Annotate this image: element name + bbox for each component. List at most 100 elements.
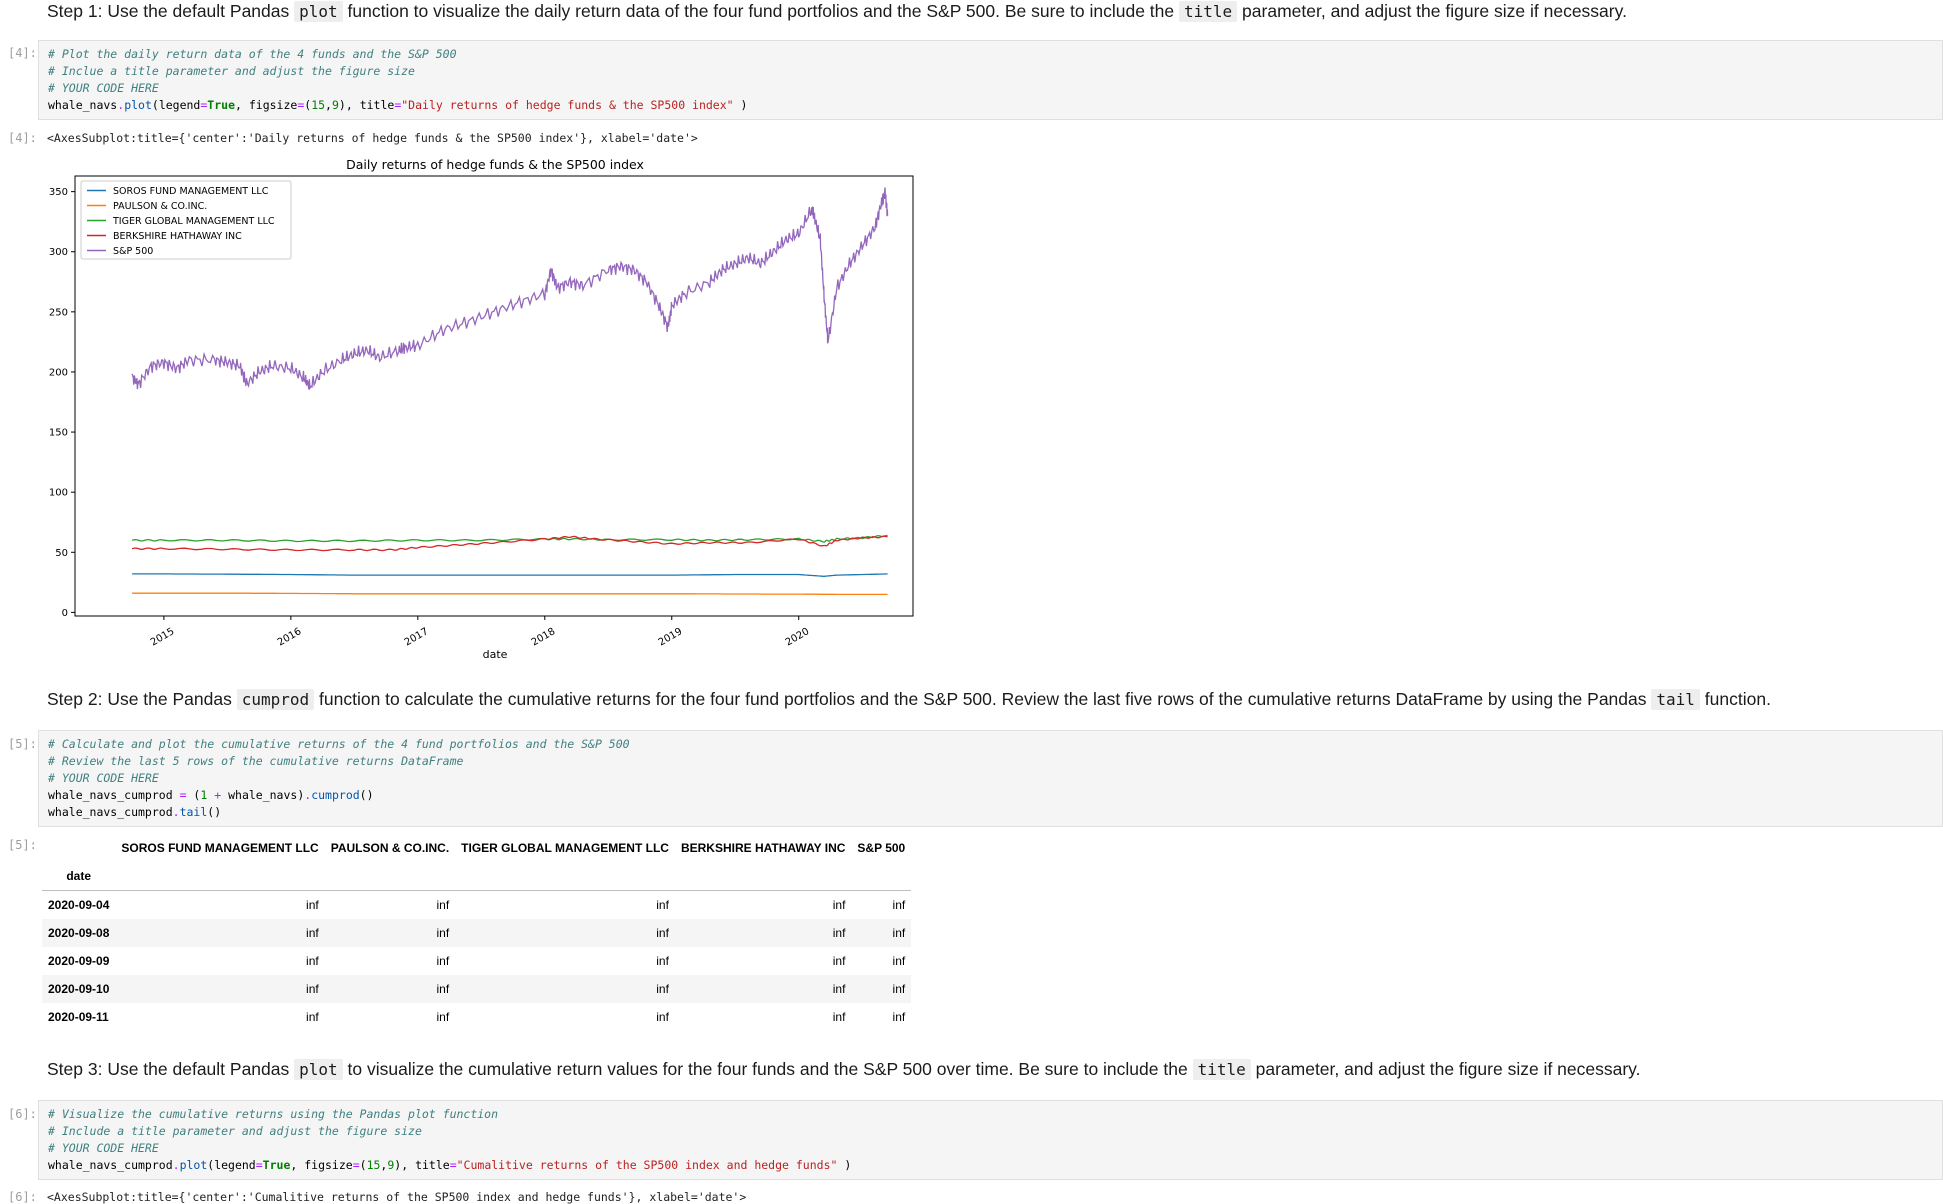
code-token: "Daily returns of hedge funds & the SP50…	[401, 98, 734, 112]
table-cell: inf	[306, 898, 319, 912]
step2-instruction: Step 2: Use the Pandas cumprod function …	[47, 689, 1771, 710]
code-cell-6[interactable]: # Visualize the cumulative returns using…	[38, 1100, 1943, 1180]
legend-label: SOROS FUND MANAGEMENT LLC	[113, 186, 269, 197]
y-tick-label: 50	[55, 548, 68, 559]
table-cell: inf	[306, 954, 319, 968]
table-cell: inf	[436, 982, 450, 996]
legend-label: PAULSON & CO.INC.	[113, 201, 207, 212]
code-token: whale_navs	[48, 98, 118, 112]
code-token: # Review the last 5 rows of the cumulati…	[48, 754, 464, 768]
column-header: BERKSHIRE HATHAWAY INC	[680, 841, 846, 855]
code-token: # Inclue a title parameter and adjust th…	[48, 64, 415, 78]
x-tick-label: 2019	[657, 626, 685, 648]
code-token: , figsize	[235, 98, 298, 112]
code-line: whale_navs.plot(legend=True, figsize=(15…	[48, 97, 1942, 114]
table-cell: inf	[832, 926, 846, 940]
code-token: .	[172, 1158, 180, 1172]
code-token: 15	[311, 98, 326, 112]
table-cell: inf	[306, 1010, 319, 1024]
code-token: =	[449, 1158, 457, 1172]
inline-code: plot	[294, 1059, 343, 1080]
dataframe-output: SOROS FUND MANAGEMENT LLC PAULSON & CO.I…	[42, 834, 912, 1031]
code-line: # YOUR CODE HERE	[48, 1140, 1942, 1157]
y-tick-label: 350	[49, 187, 68, 198]
table-cell: inf	[436, 898, 450, 912]
code-cell-4[interactable]: # Plot the daily return data of the 4 fu…	[38, 40, 1943, 120]
cell-output-text: <AxesSubplot:title={'center':'Cumalitive…	[47, 1190, 747, 1204]
table-row: 2020-09-10 inf inf inf inf inf	[42, 975, 912, 1003]
table-cell: inf	[306, 982, 319, 996]
code-token: ), title	[394, 1158, 450, 1172]
code-token: (legend	[151, 98, 201, 112]
y-tick-label: 200	[49, 367, 68, 378]
code-token: plot	[124, 98, 152, 112]
y-tick-label: 300	[49, 247, 68, 258]
row-index: 2020-09-11	[48, 1010, 109, 1024]
x-axis-label: date	[483, 648, 508, 661]
code-token: # YOUR CODE HERE	[48, 771, 159, 785]
step3-instruction: Step 3: Use the default Pandas plot to v…	[47, 1059, 1641, 1080]
column-header: SOROS FUND MANAGEMENT LLC	[121, 841, 319, 855]
code-token: whale_navs)	[221, 788, 305, 802]
inline-code: plot	[294, 1, 343, 22]
code-token: ,	[325, 98, 332, 112]
code-token: (	[186, 788, 201, 802]
code-line: whale_navs_cumprod.tail()	[48, 804, 1942, 821]
x-tick-label: 2015	[149, 626, 177, 648]
table-cell: inf	[892, 898, 906, 912]
table-header-row: SOROS FUND MANAGEMENT LLC PAULSON & CO.I…	[42, 834, 911, 862]
cell-input-prompt: [6]:	[8, 1107, 37, 1121]
table-cell: inf	[436, 926, 450, 940]
column-header: PAULSON & CO.INC.	[330, 841, 450, 855]
table-cell: inf	[656, 982, 669, 996]
code-line: # YOUR CODE HERE	[48, 770, 1942, 787]
code-token: 9	[331, 98, 339, 112]
code-token: ()	[359, 788, 374, 802]
code-token: True	[262, 1158, 291, 1172]
inline-code: tail	[1651, 689, 1700, 710]
inline-code: cumprod	[236, 689, 315, 710]
daily-returns-chart: Daily returns of hedge funds & the SP500…	[49, 157, 914, 661]
code-token: tail	[179, 805, 208, 819]
code-line: # Include a title parameter and adjust t…	[48, 1123, 1942, 1140]
row-index: 2020-09-08	[48, 926, 110, 940]
code-token: (	[359, 1158, 367, 1172]
row-index: 2020-09-04	[48, 898, 110, 912]
code-line: # YOUR CODE HERE	[48, 80, 1942, 97]
table-row: 2020-09-04 inf inf inf inf inf	[42, 891, 911, 920]
code-token: # Plot the daily return data of the 4 fu…	[48, 47, 457, 61]
table-cell: inf	[656, 954, 669, 968]
code-line: # Inclue a title parameter and adjust th…	[48, 63, 1942, 80]
code-token: ), title	[338, 98, 395, 112]
step1-instruction: Step 1: Use the default Pandas plot func…	[47, 1, 1627, 22]
table-cell: inf	[832, 982, 846, 996]
inline-code: title	[1192, 1059, 1251, 1080]
code-token: # YOUR CODE HERE	[48, 81, 159, 95]
code-token: (legend	[207, 1158, 256, 1172]
table-cell: inf	[656, 898, 669, 912]
code-token: cumprod	[311, 788, 360, 802]
table-cell: inf	[892, 926, 906, 940]
code-token: True	[207, 98, 235, 112]
code-token: "Cumalitive returns of the SP500 index a…	[456, 1158, 838, 1172]
code-token: whale_navs_cumprod	[48, 805, 173, 819]
table-cell: inf	[656, 1010, 669, 1024]
table-row: 2020-09-08 inf inf inf inf inf	[42, 919, 912, 947]
code-line: # Visualize the cumulative returns using…	[48, 1106, 1942, 1123]
cell-output-prompt: [5]:	[8, 838, 37, 852]
cell-input-prompt: [4]:	[8, 46, 37, 60]
x-tick-label: 2018	[530, 626, 558, 648]
table-row: 2020-09-09 inf inf inf inf inf	[42, 947, 911, 975]
code-cell-5[interactable]: # Calculate and plot the cumulative retu…	[38, 730, 1943, 827]
y-tick-label: 0	[62, 608, 68, 619]
table-cell: inf	[436, 1010, 450, 1024]
table-cell: inf	[656, 926, 669, 940]
code-token: # Include a title parameter and adjust t…	[48, 1124, 422, 1138]
table-cell: inf	[892, 982, 906, 996]
cell-output-text: <AxesSubplot:title={'center':'Daily retu…	[47, 131, 698, 145]
code-token: =	[179, 788, 187, 802]
code-token: =	[352, 1158, 360, 1172]
code-line: # Review the last 5 rows of the cumulati…	[48, 753, 1942, 770]
table-cell: inf	[436, 954, 450, 968]
code-line: # Plot the daily return data of the 4 fu…	[48, 46, 1942, 63]
